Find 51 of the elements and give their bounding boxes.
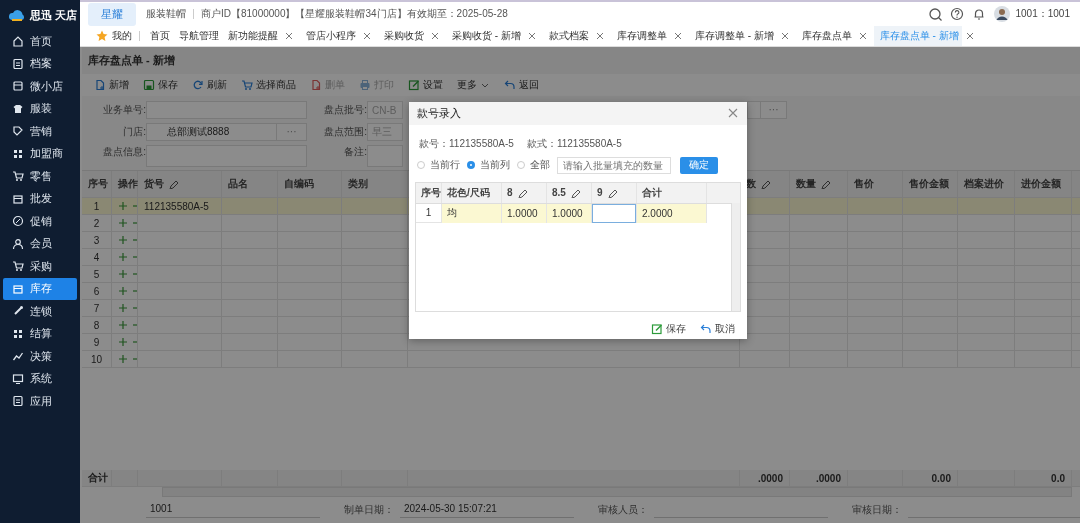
column-header: 进价金额 [1015,171,1072,197]
field-label: 审核人员： [598,504,648,515]
field-label: 盘点范围: [324,126,367,137]
row-number: 10 [90,353,103,365]
field-label: 备注: [344,146,367,157]
merchant-info: 商户ID【81000000】【星耀服装鞋帽34门店】有效期至：2025-05-28 [201,7,508,21]
column-header: 花色/尺码 [442,182,502,203]
column-header: 品名 [222,171,278,197]
column-header: 类别 [342,171,408,197]
total-value: 0.00 [931,472,951,484]
field-label: 盘点信息: [103,146,146,157]
column-header: 8 [502,182,547,203]
logo-text: 思迅 天店 [30,7,78,23]
column-header: 序号 [416,182,442,203]
column-header: 数量 [790,171,848,197]
style-number: 款号：112135580A-5 [419,136,514,151]
total-value: 0.0 [1051,472,1065,484]
row-number: 5 [93,268,100,280]
total-value: .0000 [815,472,841,484]
total-label: 合计 [88,471,108,485]
column-header: 档案进价 [958,171,1015,197]
total-value: .0000 [757,472,783,484]
column-header: 售价 [848,171,903,197]
table-cell: 112135580A-5 [144,200,209,212]
page-title: 库存盘点单 - 新增 [82,47,1080,74]
field-label: 制单日期： [344,504,394,515]
row-number: 6 [93,285,100,297]
row-number: 7 [93,302,100,314]
row-number: 4 [93,251,100,263]
column-header: 自编码 [278,171,342,197]
row-number: 2 [93,217,100,229]
fill-in-line: 2024-05-30 15:07:21 [400,502,574,518]
field-label: 审核日期： [852,504,902,515]
row-number: 1 [93,200,100,212]
fill-in-line: 1001 [146,502,320,518]
column-header: 序号 [82,171,112,197]
style-name: 款式：112135580A-5 [526,136,622,151]
row-number: 3 [93,234,100,246]
row-number: 8 [93,319,100,331]
row-number: 9 [93,336,100,348]
field-label: 门店: [123,126,146,137]
column-header: 售价金额 [903,171,958,197]
column-header: 9 [592,182,637,203]
column-header: 8.5 [547,182,592,203]
column-header: 操作 [112,171,138,197]
column-header: 合计 [637,182,707,203]
field-label: 业务单号: [103,104,146,115]
industry-label: 服装鞋帽 [146,7,186,21]
column-header: 货号 [138,171,222,197]
dialog-title: 款号录入 [417,105,461,121]
field-label: 盘点批号: [324,104,367,115]
